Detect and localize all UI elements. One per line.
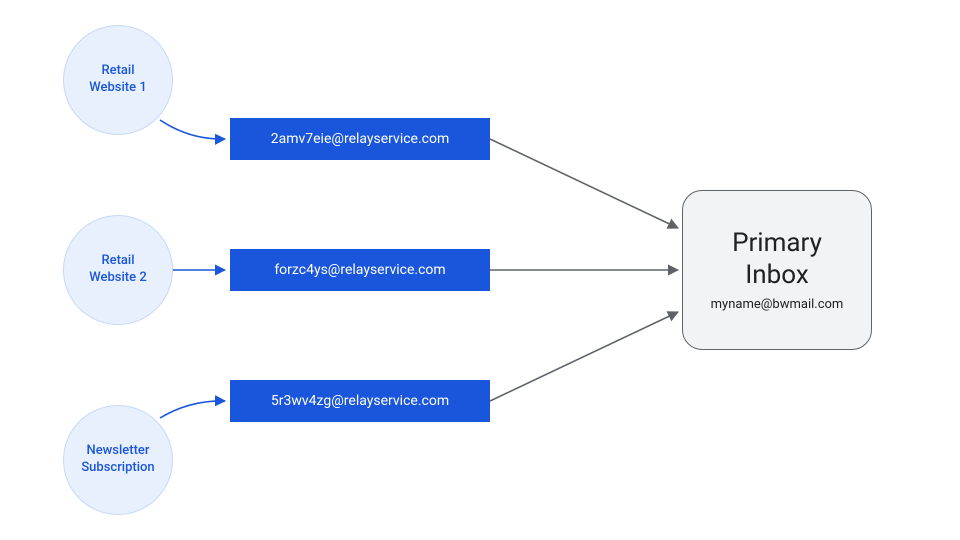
relay-email: 2amv7eie@relayservice.com — [271, 131, 450, 147]
primary-inbox: PrimaryInbox myname@bwmail.com — [682, 190, 872, 350]
arrow-relay1-to-inbox — [490, 139, 678, 228]
source-circle-newsletter: NewsletterSubscription — [63, 405, 173, 515]
diagram-stage: RetailWebsite 1 RetailWebsite 2 Newslett… — [0, 0, 960, 540]
relay-box-3: 5r3wv4zg@relayservice.com — [230, 380, 490, 422]
inbox-title: PrimaryInbox — [732, 228, 822, 290]
relay-email: 5r3wv4zg@relayservice.com — [271, 393, 449, 409]
source-label: RetailWebsite 2 — [89, 253, 146, 287]
relay-box-1: 2amv7eie@relayservice.com — [230, 118, 490, 160]
arrow-source3-to-relay3 — [160, 401, 225, 418]
source-label: NewsletterSubscription — [81, 443, 154, 477]
arrow-source1-to-relay1 — [160, 120, 225, 139]
arrow-relay3-to-inbox — [490, 312, 678, 401]
source-circle-retail-2: RetailWebsite 2 — [63, 215, 173, 325]
source-circle-retail-1: RetailWebsite 1 — [63, 25, 173, 135]
relay-email: forzc4ys@relayservice.com — [274, 262, 445, 278]
source-label: RetailWebsite 1 — [89, 63, 146, 97]
relay-box-2: forzc4ys@relayservice.com — [230, 249, 490, 291]
inbox-email: myname@bwmail.com — [711, 297, 844, 312]
